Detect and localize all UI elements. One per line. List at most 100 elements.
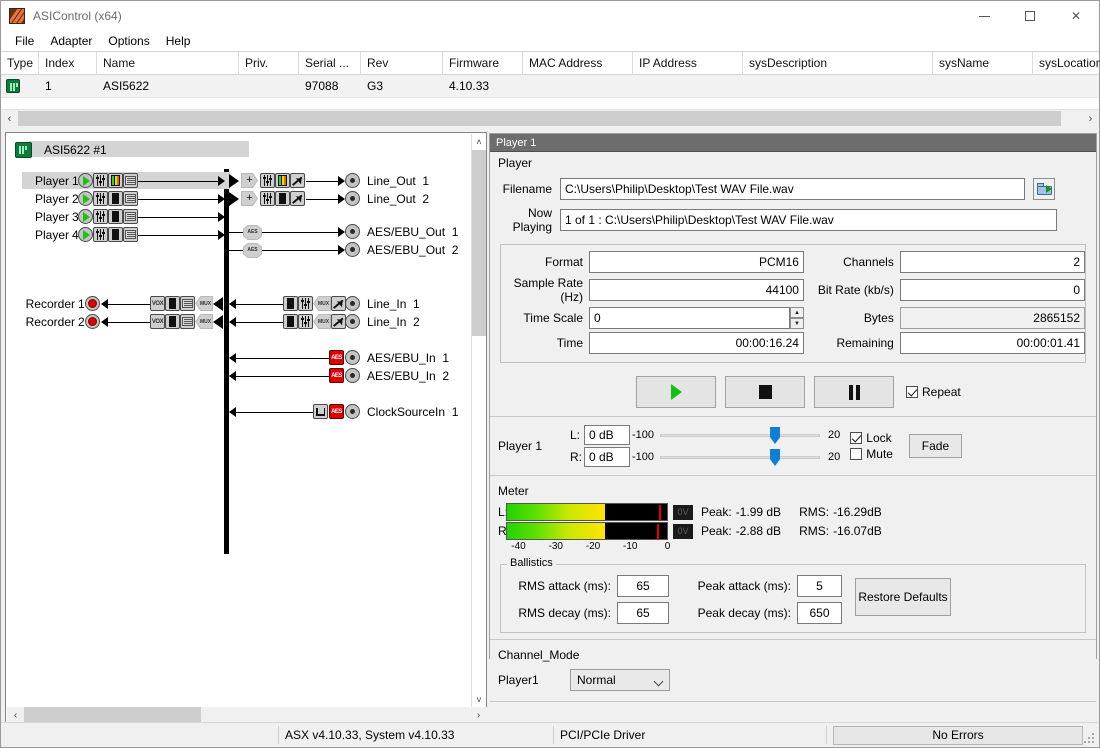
menu-item-help[interactable]: Help [158,32,199,50]
line-in-1-fader-icon[interactable] [298,296,313,311]
mute-checkbox[interactable] [850,448,863,460]
routing-vscrollbar[interactable]: ˄ ˅ [471,134,486,708]
player-2-label[interactable]: Player [23,192,69,206]
recorder-1-label[interactable]: Recorder [19,297,75,311]
player-2-meter-icon[interactable] [108,191,123,206]
maximize-button[interactable] [1007,1,1053,31]
fade-button[interactable]: Fade [908,434,962,458]
open-file-button[interactable] [1033,178,1055,200]
routing-canvas[interactable]: ASI5622 #1 Player 1 Player 2 Player 3 Pl… [7,134,473,708]
column-header-priv[interactable]: Priv. [239,51,299,75]
player-1-play-icon[interactable] [78,173,93,188]
column-header-type[interactable]: Type [1,51,39,75]
vscroll-thumb[interactable] [472,150,486,336]
recorder-2-vox-icon[interactable]: VOX [150,314,165,329]
aes-in-1-aes-icon[interactable]: AES [329,350,344,365]
player-3-list-icon[interactable] [123,209,138,224]
scroll-up-icon[interactable]: ˄ [472,134,486,150]
recorder-2-meter-icon[interactable] [165,314,180,329]
volume-right-slider[interactable] [660,448,821,466]
volume-right-input[interactable] [584,447,630,467]
recorder-1-record-icon[interactable] [85,296,100,311]
aes-in-2-aes-icon[interactable]: AES [329,368,344,383]
player-2-fader-icon[interactable] [93,191,108,206]
meter-right-ov-indicator[interactable]: 0V [673,523,693,539]
volume-left-slider-track[interactable] [660,434,821,437]
stepper-up-icon[interactable]: ▲ [790,307,804,318]
column-header-name[interactable]: Name [97,51,239,75]
column-header-index[interactable]: Index [39,51,97,75]
scroll-right-icon[interactable]: › [1082,110,1099,127]
line-in-1-port-icon[interactable] [345,296,360,311]
line-in-2-mux-icon[interactable]: MUX [313,314,331,329]
line-out-2-port-icon[interactable] [345,191,360,206]
line-out-1-summer-icon[interactable]: + [241,173,258,188]
player-3-meter-icon[interactable] [108,209,123,224]
player-1-meter-icon[interactable] [108,173,123,188]
time-scale-stepper[interactable]: ▲ ▼ [790,307,804,329]
stepper-down-icon[interactable]: ▼ [790,318,804,329]
channel-mode-select[interactable]: Normal [570,669,670,691]
line-out-2-fader-icon[interactable] [260,191,275,206]
column-header-mac-address[interactable]: MAC Address [523,51,633,75]
recorder-2-label[interactable]: Recorder [19,315,75,329]
close-button[interactable]: ✕ [1053,1,1099,31]
player-3-play-icon[interactable] [78,209,93,224]
lock-checkbox[interactable] [850,432,863,444]
time-scale-input[interactable] [589,307,790,329]
recorder-1-vox-icon[interactable]: VOX [150,296,165,311]
recorder-2-list-icon[interactable] [180,314,195,329]
player-4-meter-icon[interactable] [108,227,123,242]
minimize-button[interactable] [961,1,1007,31]
volume-left-slider-thumb[interactable] [770,427,781,444]
recorder-1-list-icon[interactable] [180,296,195,311]
line-in-2-level-icon[interactable] [331,314,346,329]
aes-out-1-port-icon[interactable] [345,224,360,239]
volume-left-slider[interactable] [660,426,821,444]
column-header-ip-address[interactable]: IP Address [633,51,743,75]
menu-item-options[interactable]: Options [100,32,157,50]
clock-in-1-port-icon[interactable] [345,404,360,419]
menu-item-adapter[interactable]: Adapter [42,32,100,50]
aes-out-1-aes-icon[interactable]: AES [243,225,262,240]
column-header-rev[interactable]: Rev [361,51,443,75]
aes-in-2-port-icon[interactable] [345,368,360,383]
peak-decay-input[interactable] [797,602,842,624]
hscroll-track[interactable] [18,110,1082,127]
column-header-serial[interactable]: Serial ... [299,51,361,75]
volume-right-slider-track[interactable] [660,456,821,459]
resize-grip-icon[interactable] [1084,733,1096,745]
line-out-1-fader-icon[interactable] [260,173,275,188]
stop-button[interactable] [725,376,805,408]
line-in-1-level-icon[interactable] [331,296,346,311]
player-2-list-icon[interactable] [123,191,138,206]
player-4-label[interactable]: Player [23,228,69,242]
line-in-1-meter-icon[interactable] [283,296,298,311]
recorder-2-record-icon[interactable] [85,314,100,329]
volume-left-input[interactable] [584,425,630,445]
player-4-list-icon[interactable] [123,227,138,242]
table-row[interactable]: 1 ASI5622 97088 G3 4.10.33 [1,75,1099,98]
player-1-label[interactable]: Player [23,174,69,188]
line-out-1-meter-icon[interactable] [275,173,290,188]
rms-attack-input[interactable] [617,575,669,597]
player-1-fader-icon[interactable] [93,173,108,188]
column-header-sysdescription[interactable]: sysDescription [743,51,933,75]
line-in-1-mux-icon[interactable]: MUX [313,296,331,311]
scroll-left-icon[interactable]: ‹ [1,110,18,127]
aes-out-2-aes-icon[interactable]: AES [243,243,262,258]
filename-input[interactable] [560,178,1025,200]
recorder-1-mux-icon[interactable]: MUX [195,296,213,311]
restore-defaults-button[interactable]: Restore Defaults [855,578,951,616]
menu-item-file[interactable]: File [7,32,42,50]
player-1-list-icon[interactable] [123,173,138,188]
clock-source-icon[interactable] [313,404,328,419]
player-3-fader-icon[interactable] [93,209,108,224]
line-in-2-meter-icon[interactable] [283,314,298,329]
line-in-2-fader-icon[interactable] [298,314,313,329]
line-out-2-meter-icon[interactable] [275,191,290,206]
line-out-1-port-icon[interactable] [345,173,360,188]
line-out-2-summer-icon[interactable]: + [241,191,258,206]
meter-left-ov-indicator[interactable]: 0V [673,504,693,520]
recorder-2-mux-icon[interactable]: MUX [195,314,213,329]
